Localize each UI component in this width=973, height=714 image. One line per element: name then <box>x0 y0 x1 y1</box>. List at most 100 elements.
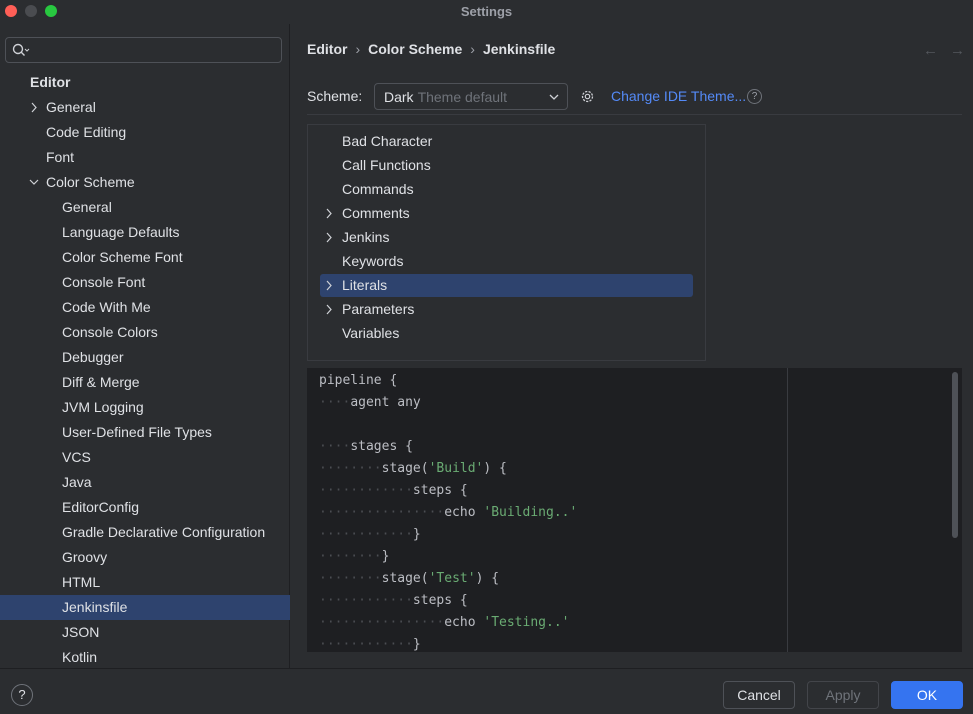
sidebar-item[interactable]: Java <box>0 470 290 495</box>
sidebar-item[interactable]: General <box>0 95 290 120</box>
string-literal: 'Test' <box>428 571 476 586</box>
sidebar-item[interactable]: Color Scheme Font <box>0 245 290 270</box>
sidebar-item[interactable]: Code Editing <box>0 120 290 145</box>
sidebar-item[interactable]: Debugger <box>0 345 290 370</box>
whitespace-marker: ···· <box>319 439 351 454</box>
whitespace-marker: ············ <box>319 637 413 652</box>
sidebar-item[interactable]: EditorConfig <box>0 495 290 520</box>
whitespace-marker: ········ <box>319 571 382 586</box>
sidebar-item[interactable]: HTML <box>0 570 290 595</box>
sidebar-item-label: General <box>46 99 96 115</box>
chevron-down-icon[interactable] <box>28 170 40 195</box>
code-token: } <box>412 637 421 652</box>
chevron-right-icon[interactable] <box>324 226 334 249</box>
attribute-item[interactable]: Commands <box>320 178 693 201</box>
vertical-scrollbar[interactable] <box>952 372 958 538</box>
code-token: stages { <box>350 439 413 454</box>
divider <box>307 114 962 115</box>
gear-icon[interactable] <box>579 88 596 105</box>
attributes-tree: Bad Character Call Functions Commands Comme… <box>307 124 706 361</box>
sidebar-item-label: Debugger <box>62 349 124 365</box>
search-input[interactable] <box>5 37 282 63</box>
attribute-item[interactable]: Jenkins <box>320 226 693 249</box>
code-line: pipeline { <box>319 370 397 392</box>
sidebar-item[interactable]: Console Colors <box>0 320 290 345</box>
sidebar-item[interactable]: Gradle Declarative Configuration <box>0 520 290 545</box>
attribute-item[interactable]: Bad Character <box>320 130 693 153</box>
attribute-item[interactable]: Call Functions <box>320 154 693 177</box>
sidebar-item[interactable]: Color Scheme <box>0 170 290 195</box>
dialog-footer: ? Cancel Apply OK <box>0 668 973 714</box>
breadcrumb-item[interactable]: Color Scheme <box>368 41 462 57</box>
sidebar-item[interactable]: Editor <box>0 70 290 95</box>
whitespace-marker: ········ <box>319 549 382 564</box>
sidebar-item[interactable]: Console Font <box>0 270 290 295</box>
string-literal: 'Building..' <box>483 505 578 520</box>
code-token: stage( <box>381 571 429 586</box>
sidebar-item[interactable]: Groovy <box>0 545 290 570</box>
code-token: steps { <box>412 483 468 498</box>
whitespace-marker: ················ <box>319 615 445 630</box>
chevron-right-icon[interactable] <box>324 274 334 297</box>
breadcrumb-item[interactable]: Editor <box>307 41 347 57</box>
attribute-label: Parameters <box>342 301 415 317</box>
scheme-dropdown[interactable]: Dark Theme default <box>374 83 568 110</box>
breadcrumb-item: Jenkinsfile <box>482 41 556 57</box>
help-icon[interactable]: ? <box>747 89 762 104</box>
sidebar-item[interactable]: Jenkinsfile <box>0 595 290 620</box>
attribute-label: Keywords <box>342 253 404 269</box>
sidebar-item[interactable]: JSON <box>0 620 290 645</box>
attribute-item[interactable]: Variables <box>320 322 693 345</box>
sidebar-item-label: Color Scheme <box>46 174 135 190</box>
back-arrow-icon[interactable]: ← <box>923 42 938 59</box>
sidebar-item[interactable]: VCS <box>0 445 290 470</box>
sidebar-item-label: VCS <box>62 449 91 465</box>
cancel-button[interactable]: Cancel <box>723 681 795 709</box>
sidebar-item[interactable]: Font <box>0 145 290 170</box>
code-line: ················echo 'Testing..' <box>319 612 569 634</box>
whitespace-marker: ············ <box>319 483 413 498</box>
attribute-item[interactable]: Keywords <box>320 250 693 273</box>
attribute-item[interactable]: Parameters <box>320 298 693 321</box>
sidebar-item-label: Console Font <box>62 274 146 290</box>
sidebar-item-label: Groovy <box>62 549 108 565</box>
code-preview[interactable]: ············} ················echo 'Testi… <box>307 368 962 652</box>
help-button[interactable]: ? <box>11 684 33 706</box>
code-line: ····agent any <box>319 392 421 414</box>
sidebar-item[interactable]: Code With Me <box>0 295 290 320</box>
code-line: ················echo 'Building..' <box>319 502 577 524</box>
scheme-hint: Theme default <box>417 89 508 105</box>
chevron-right-icon[interactable] <box>324 298 334 321</box>
sidebar-item[interactable]: Language Defaults <box>0 220 290 245</box>
scheme-label: Scheme: <box>307 88 363 104</box>
sidebar-item[interactable]: General <box>0 195 290 220</box>
attribute-label: Literals <box>342 277 388 293</box>
chevron-right-icon[interactable] <box>324 202 334 225</box>
whitespace-marker: ············ <box>319 593 413 608</box>
change-ide-theme-link[interactable]: Change IDE Theme... <box>611 88 746 104</box>
attribute-label: Call Functions <box>342 157 431 173</box>
code-token: } <box>412 527 421 542</box>
apply-button[interactable]: Apply <box>807 681 879 709</box>
code-token: ) { <box>483 461 507 476</box>
sidebar-item[interactable]: User-Defined File Types <box>0 420 290 445</box>
code-token: agent any <box>350 395 421 410</box>
forward-arrow-icon[interactable]: → <box>950 42 965 59</box>
string-literal: 'Build' <box>428 461 484 476</box>
sidebar-item-label: Code With Me <box>62 299 151 315</box>
sidebar-item[interactable]: Kotlin <box>0 645 290 670</box>
attribute-item[interactable]: Literals <box>320 274 693 297</box>
attribute-label: Comments <box>342 205 410 221</box>
ok-button[interactable]: OK <box>891 681 963 709</box>
sidebar-item[interactable]: Diff & Merge <box>0 370 290 395</box>
chevron-right-icon[interactable] <box>28 95 40 120</box>
sidebar-item[interactable]: JVM Logging <box>0 395 290 420</box>
title-bar: Settings <box>0 0 973 24</box>
code-line: ········stage('Build') { <box>319 458 507 480</box>
code-token: steps { <box>412 593 468 608</box>
sidebar-item-label: User-Defined File Types <box>62 424 212 440</box>
code-line: ········stage('Test') { <box>319 568 499 590</box>
attribute-item[interactable]: Comments <box>320 202 693 225</box>
sidebar-item-label: Font <box>46 149 75 165</box>
attribute-label: Jenkins <box>342 229 390 245</box>
